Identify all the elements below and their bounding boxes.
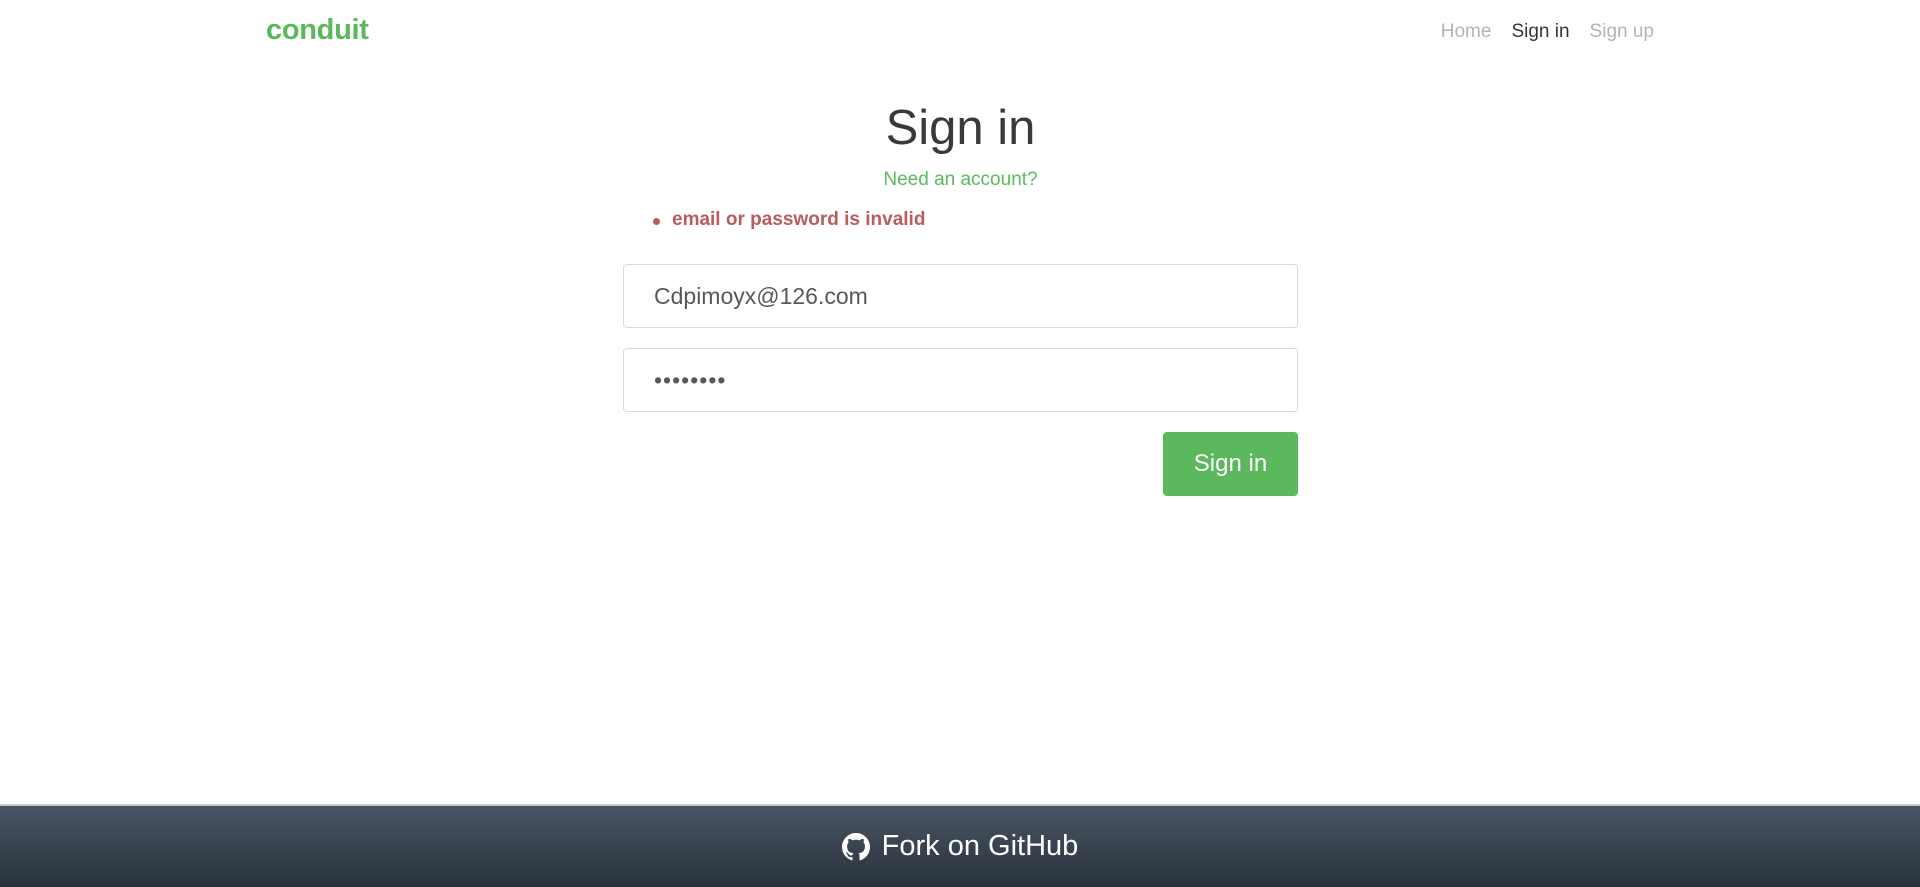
email-field[interactable]: [623, 264, 1298, 328]
nav-sign-up-link[interactable]: Sign up: [1590, 21, 1654, 43]
github-icon: [841, 832, 870, 860]
navbar: conduit Home Sign in Sign up: [0, 0, 1920, 68]
footer-label: Fork on GitHub: [881, 830, 1079, 862]
nav-sign-in-link[interactable]: Sign in: [1511, 21, 1569, 43]
sign-in-button[interactable]: Sign in: [1163, 432, 1298, 496]
page: conduit Home Sign in Sign up Sign in Nee…: [0, 0, 1920, 887]
error-messages: email or password is invalid: [623, 209, 1298, 233]
password-field[interactable]: [623, 348, 1298, 412]
page-title: Sign in: [885, 101, 1036, 155]
brand-logo-link[interactable]: conduit: [266, 14, 369, 47]
need-account-link[interactable]: Need an account?: [623, 169, 1298, 191]
auth-page: Sign in Need an account? email or passwo…: [623, 96, 1298, 496]
nav-links: Home Sign in Sign up: [1441, 21, 1654, 43]
nav-home-link[interactable]: Home: [1441, 21, 1492, 43]
error-message: email or password is invalid: [623, 209, 1298, 231]
footer: Fork on GitHub: [0, 804, 1920, 887]
fork-on-github-link[interactable]: Fork on GitHub: [841, 830, 1079, 863]
